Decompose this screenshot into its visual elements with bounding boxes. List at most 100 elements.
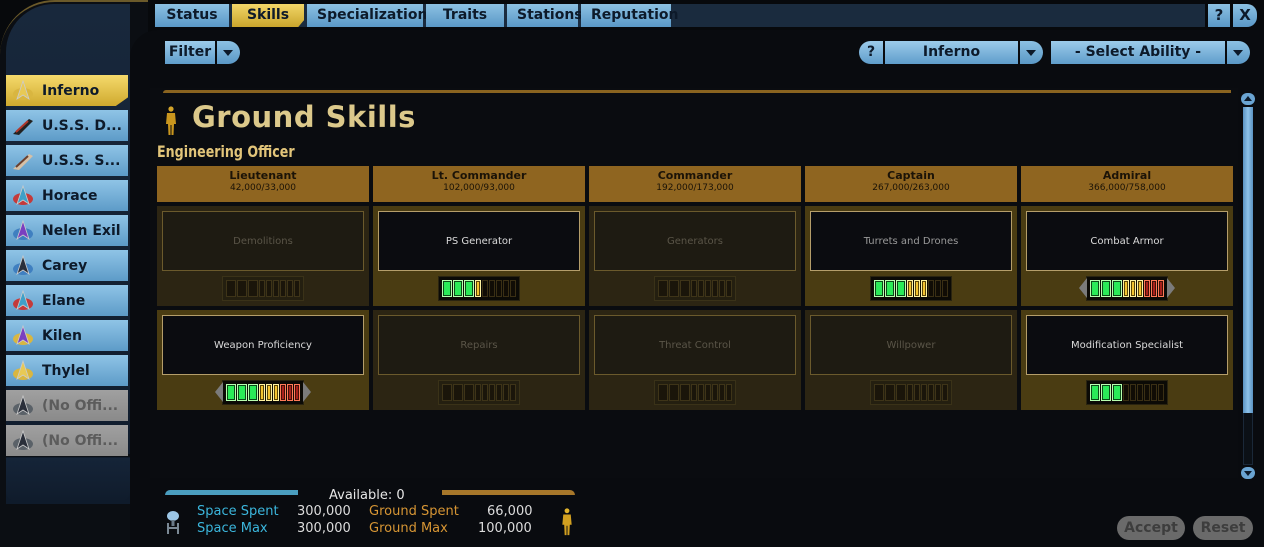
skill-level-segment	[496, 280, 502, 297]
skill-level-meter	[222, 380, 304, 405]
accept-button[interactable]: Accept	[1117, 516, 1185, 540]
rank-cost: 42,000/33,000	[229, 183, 296, 193]
skill-button[interactable]: Combat Armor	[1026, 211, 1228, 271]
rank-name: Admiral	[1102, 169, 1152, 182]
ability-select-group: - Select Ability -	[1051, 41, 1250, 64]
scroll-down-icon[interactable]	[1241, 467, 1255, 479]
skill-level-segment	[907, 280, 913, 297]
skill-level-segment	[259, 280, 265, 297]
skill-button[interactable]: Weapon Proficiency	[162, 315, 364, 375]
tab-reputation[interactable]: Reputation	[581, 4, 678, 27]
officer-list-item[interactable]: Thylel	[6, 355, 128, 386]
reset-button[interactable]: Reset	[1193, 516, 1253, 540]
rank-header: Lieutenant 42,000/33,000	[157, 166, 369, 202]
officer-select[interactable]: Inferno	[885, 41, 1018, 64]
window-close-button[interactable]: X	[1233, 4, 1257, 27]
officer-list-item[interactable]: U.S.S. S...	[6, 145, 128, 176]
chevron-down-icon[interactable]	[1020, 41, 1043, 64]
skill-level-segment	[510, 384, 516, 401]
skill-button[interactable]: Threat Control	[594, 315, 796, 375]
chevron-down-icon[interactable]	[1227, 41, 1250, 64]
skill-level-segment	[464, 384, 474, 401]
skill-button[interactable]: Generators	[594, 211, 796, 271]
officer-list-item[interactable]: U.S.S. D...	[6, 110, 128, 141]
scroll-thumb[interactable]	[1243, 107, 1253, 413]
tab-specializations[interactable]: Specializations	[307, 4, 436, 27]
officer-list-item[interactable]: (No Offi...	[6, 390, 128, 421]
skill-cell: Threat Control	[589, 310, 801, 410]
skill-button[interactable]: Repairs	[378, 315, 580, 375]
tab-traits[interactable]: Traits	[426, 4, 504, 27]
ground-max-value: 100,000	[478, 521, 532, 536]
skill-button[interactable]: Turrets and Drones	[810, 211, 1012, 271]
officer-list-item[interactable]: Inferno	[6, 75, 128, 106]
commbadge-red-icon	[10, 183, 36, 209]
officer-name: Nelen Exil	[42, 222, 121, 239]
scrollbar[interactable]	[1241, 93, 1255, 479]
skill-level-segment	[280, 384, 286, 401]
skill-level-segment	[705, 384, 711, 401]
skill-cell: PS Generator	[373, 206, 585, 306]
skill-level-segment	[464, 280, 474, 297]
officer-name: Inferno	[42, 82, 100, 99]
skill-level-segment	[680, 280, 690, 297]
skill-level-segment	[1112, 384, 1122, 401]
skill-level-segment	[475, 280, 481, 297]
skill-level-segment	[442, 384, 452, 401]
officer-list-item[interactable]: Elane	[6, 285, 128, 316]
tab-status[interactable]: Status	[155, 4, 229, 27]
skill-button[interactable]: Demolitions	[162, 211, 364, 271]
skill-level-segment	[691, 384, 697, 401]
scroll-up-icon[interactable]	[1241, 93, 1255, 105]
skill-cell: Weapon Proficiency	[157, 310, 369, 410]
skill-cell: Demolitions	[157, 206, 369, 306]
chevron-down-icon[interactable]	[217, 41, 240, 64]
skill-level-segment	[914, 280, 920, 297]
skill-button[interactable]: Modification Specialist	[1026, 315, 1228, 375]
officer-name: Horace	[42, 187, 98, 204]
skill-level-segment	[475, 384, 481, 401]
ability-select[interactable]: - Select Ability -	[1051, 41, 1225, 64]
ground-person-icon	[166, 106, 176, 135]
skill-level-segment	[874, 280, 884, 297]
officer-help-button[interactable]: ?	[859, 41, 883, 64]
officer-list-item[interactable]: (No Offi...	[6, 425, 128, 456]
skill-level-segment	[1101, 384, 1111, 401]
skill-level-segment	[1151, 280, 1157, 297]
officer-list-item[interactable]: Kilen	[6, 320, 128, 351]
rank-header: Commander 192,000/173,000	[589, 166, 801, 202]
filter-dropdown[interactable]: Filter	[165, 41, 240, 64]
skill-level-segment	[942, 280, 948, 297]
window-help-button[interactable]: ?	[1208, 4, 1230, 27]
officer-list-item[interactable]: Horace	[6, 180, 128, 211]
space-spent-value: 300,000	[297, 504, 351, 519]
skill-button[interactable]: Willpower	[810, 315, 1012, 375]
skill-level-meter	[1086, 276, 1168, 301]
skill-level-segment	[1090, 280, 1100, 297]
officer-list-item[interactable]: Carey	[6, 250, 128, 281]
skill-button[interactable]: PS Generator	[378, 211, 580, 271]
skill-point-summary: Available: 0 Space Spent 300,000 Ground …	[165, 488, 585, 538]
officer-list-item[interactable]: Nelen Exil	[6, 215, 128, 246]
skill-level-segment	[928, 384, 934, 401]
starship-icon	[10, 113, 36, 139]
filter-button[interactable]: Filter	[165, 41, 215, 64]
ground-person-icon	[562, 508, 572, 536]
skill-level-segment	[266, 384, 272, 401]
officer-name: Thylel	[42, 362, 90, 379]
rank-header: Admiral 366,000/758,000	[1021, 166, 1233, 202]
tab-skills[interactable]: Skills	[232, 4, 304, 27]
skill-level-segment	[442, 280, 452, 297]
rank-name: Commander	[657, 169, 733, 182]
tab-stations[interactable]: Stations	[507, 4, 583, 27]
arrow-left-icon	[1079, 278, 1087, 298]
skill-level-segment	[287, 280, 293, 297]
skill-grid: Lieutenant 42,000/33,000 Lt. Commander 102,…	[157, 166, 1235, 410]
skill-level-segment	[280, 280, 286, 297]
skill-level-segment	[1158, 384, 1164, 401]
skill-cell: Repairs	[373, 310, 585, 410]
skill-level-segment	[503, 280, 509, 297]
commbadge-gray-icon	[10, 428, 36, 454]
officer-name: Elane	[42, 292, 86, 309]
ground-accent-line	[163, 90, 1231, 93]
